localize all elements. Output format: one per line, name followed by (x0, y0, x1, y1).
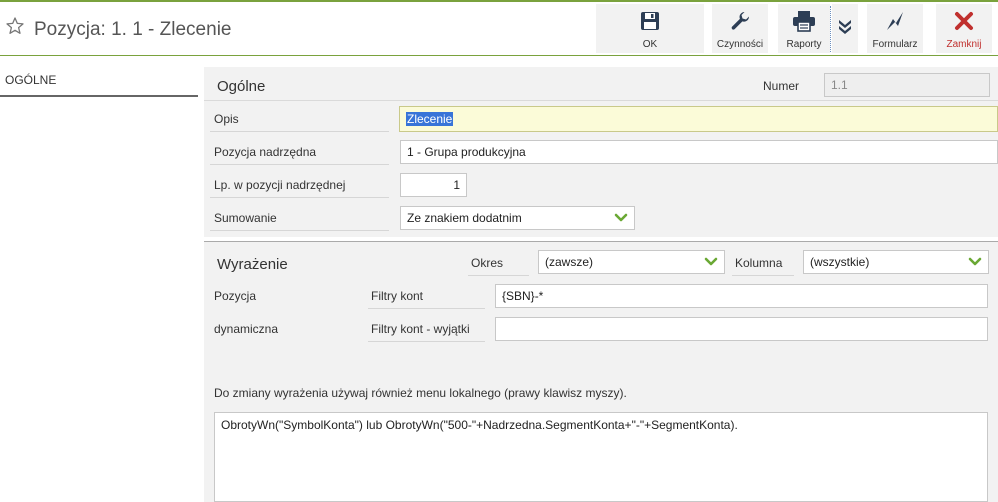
description-label: Opis (214, 112, 239, 126)
page-title: Pozycja: 1. 1 - Zlecenie (34, 19, 232, 40)
close-x-icon (955, 12, 973, 30)
expression-formula-editor[interactable]: ObrotyWn("SymbolKonta") lub ObrotyWn("50… (214, 412, 988, 502)
star-outline-icon[interactable] (5, 16, 25, 36)
form-button[interactable]: Formularz (867, 4, 923, 53)
period-label: Okres (471, 256, 504, 270)
account-filters-input[interactable]: {SBN}-* (495, 284, 988, 308)
column-selected-value: (wszystkie) (810, 255, 870, 269)
description-input[interactable]: Zlecenie (399, 106, 998, 132)
label-underline (210, 131, 389, 132)
number-label: Numer (763, 79, 800, 93)
description-selected-text: Zlecenie (406, 112, 454, 126)
label-underline (368, 341, 485, 342)
label-underline (468, 275, 529, 276)
summation-selected-value: Ze znakiem dodatnim (407, 211, 522, 225)
general-section-title: Ogólne (217, 78, 266, 95)
summation-label: Sumowanie (214, 211, 277, 225)
period-selected-value: (zawsze) (545, 255, 594, 269)
top-bar: Pozycja: 1. 1 - Zlecenie OK Czynności Ra… (0, 0, 998, 56)
account-exceptions-input[interactable] (495, 317, 988, 341)
ok-button[interactable]: OK (596, 4, 704, 53)
save-disk-icon (641, 12, 659, 30)
tab-general[interactable]: OGÓLNE (0, 64, 198, 97)
label-underline (210, 197, 389, 198)
chevron-down-icon (968, 257, 982, 266)
ordinal-input[interactable]: 1 (400, 173, 467, 197)
expression-section-title: Wyrażenie (217, 256, 288, 273)
close-button[interactable]: Zamknij (936, 4, 992, 53)
chevron-down-icon (704, 257, 718, 266)
divider (204, 100, 998, 101)
printer-icon (793, 11, 815, 32)
account-exceptions-label: Filtry kont - wyjątki (371, 322, 470, 336)
ordinal-label: Lp. w pozycji nadrzędnej (214, 178, 346, 192)
wrench-icon (731, 12, 750, 30)
label-underline (210, 164, 389, 165)
parent-position-field[interactable]: 1 - Grupa produkcyjna (400, 140, 998, 164)
number-field: 1.1 (824, 73, 990, 97)
chevron-down-icon (614, 213, 628, 222)
account-filters-label: Filtry kont (371, 289, 424, 303)
reports-button[interactable]: Raporty (778, 4, 830, 53)
column-select[interactable]: (wszystkie) (803, 250, 989, 274)
column-label: Kolumna (735, 256, 783, 270)
label-underline (210, 230, 389, 231)
expression-hint: Do zmiany wyrażenia używaj również menu … (214, 386, 627, 400)
label-underline (368, 308, 485, 309)
parent-position-label: Pozycja nadrzędna (214, 145, 317, 159)
double-chevron-down-icon (839, 20, 851, 34)
label-underline (732, 275, 794, 276)
dynamic-position-label: Pozycja (214, 289, 257, 303)
toolbar-divider (830, 6, 831, 52)
dynamic-position-label-2: dynamiczna (214, 322, 279, 336)
actions-button[interactable]: Czynności (712, 4, 768, 53)
more-actions-button[interactable] (832, 4, 858, 53)
period-select[interactable]: (zawsze) (538, 250, 725, 274)
lightning-icon (887, 12, 903, 30)
summation-select[interactable]: Ze znakiem dodatnim (400, 206, 635, 230)
